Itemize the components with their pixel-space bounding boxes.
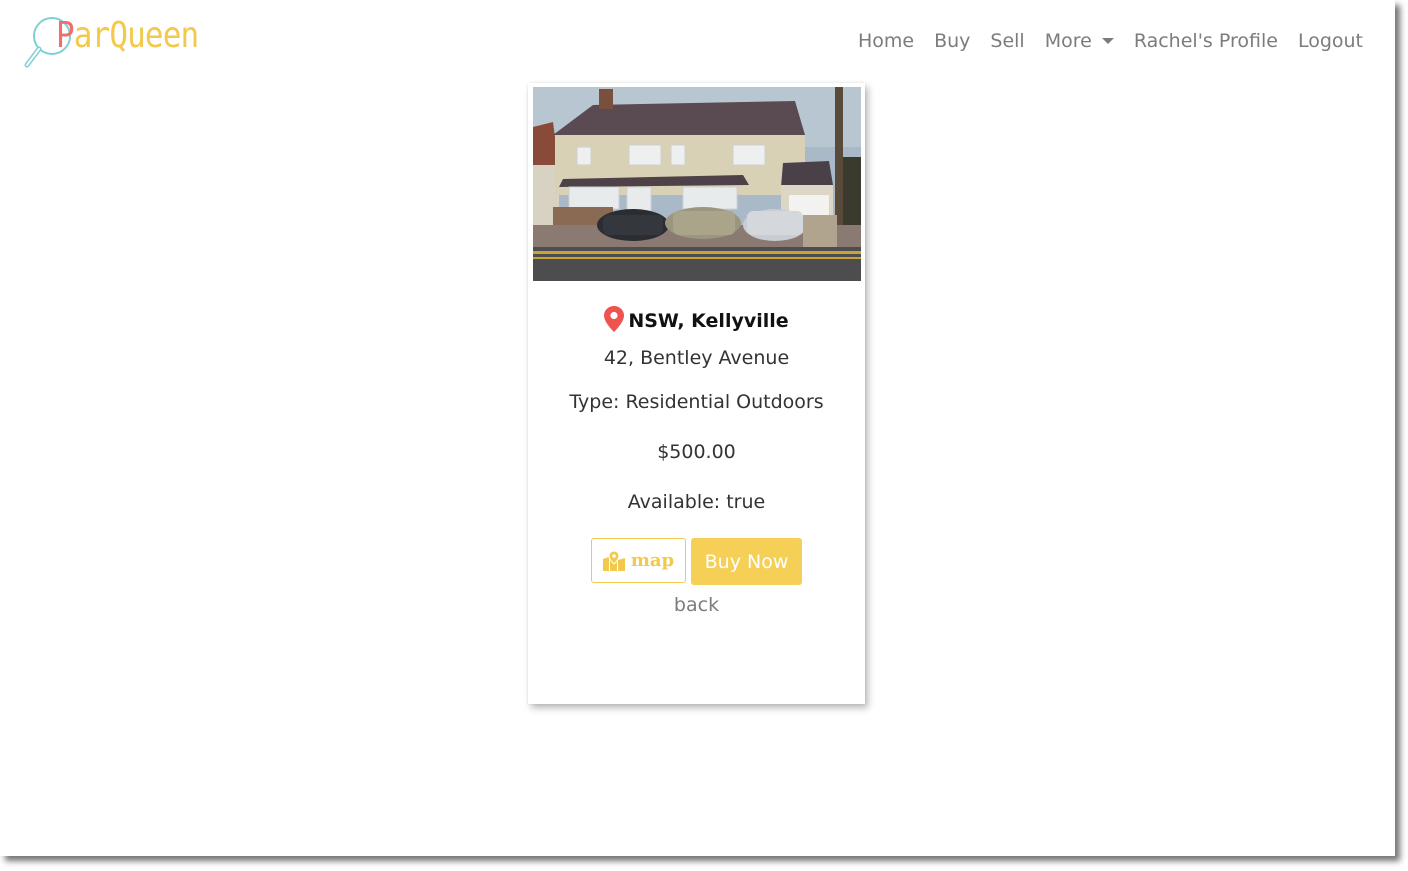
listing-photo (533, 87, 861, 281)
buy-now-button[interactable]: Buy Now (691, 538, 802, 585)
map-marked-icon (602, 550, 625, 571)
listing-address: 42, Bentley Avenue (603, 347, 790, 369)
listing-location-text: NSW, Kellyville (628, 310, 789, 332)
browser-window: ParQueen Home Buy Sell More Rachel's Pro… (0, 0, 1395, 856)
nav-sell-link[interactable]: Sell (990, 30, 1024, 52)
back-link[interactable]: back (674, 594, 719, 616)
listing-location: NSW, Kellyville (528, 305, 865, 337)
nav-buy-link[interactable]: Buy (934, 30, 970, 52)
map-button[interactable]: map (591, 538, 686, 583)
brand-logo[interactable]: ParQueen (22, 12, 212, 74)
brand-name-first-letter: P (56, 15, 75, 56)
nav-menu: Home Buy Sell More Rachel's Profile Logo… (838, 24, 1363, 58)
navbar: ParQueen Home Buy Sell More Rachel's Pro… (0, 0, 1395, 80)
nav-more-dropdown[interactable]: More (1045, 30, 1114, 52)
nav-logout-link[interactable]: Logout (1298, 30, 1363, 52)
listing-availability: Available: true (627, 491, 766, 513)
nav-profile-link[interactable]: Rachel's Profile (1134, 30, 1278, 52)
nav-home-link[interactable]: Home (858, 30, 914, 52)
map-button-label: map (630, 550, 675, 571)
listing-card: NSW, Kellyville 42, Bentley Avenue Type:… (528, 83, 865, 704)
listing-type: Type: Residential Outdoors (569, 391, 824, 413)
house-with-parked-cars-photo (533, 87, 861, 281)
listing-actions: map Buy Now (528, 538, 865, 585)
brand-name: ParQueen (56, 12, 199, 60)
nav-more-label: More (1044, 30, 1092, 52)
listing-details: NSW, Kellyville 42, Bentley Avenue Type:… (528, 305, 865, 616)
listing-price: $500.00 (657, 441, 736, 463)
map-pin-icon (604, 305, 625, 337)
brand-name-rest: arQueen (73, 15, 199, 56)
chevron-down-icon (1101, 38, 1114, 44)
